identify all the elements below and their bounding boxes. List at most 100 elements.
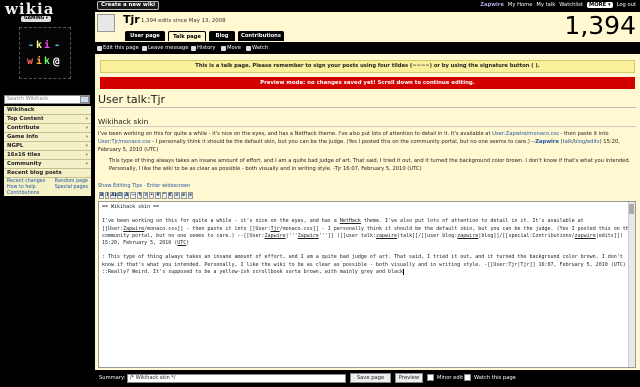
watch-action[interactable]: Watch — [246, 45, 268, 51]
leave-message-action[interactable]: Leave message — [142, 45, 188, 51]
logout-link[interactable]: Log out — [617, 2, 636, 8]
sidebar-item-label: Game Info — [7, 134, 39, 140]
tab-talk-page[interactable]: Talk page — [168, 31, 206, 41]
my-talk-link[interactable]: My talk — [536, 2, 555, 8]
my-home-link[interactable]: My Home — [508, 2, 533, 8]
tab-user-page[interactable]: User page — [125, 31, 165, 41]
action-label: Move — [227, 45, 241, 51]
bold-button[interactable]: B — [99, 192, 105, 199]
preview-button[interactable]: Preview — [395, 373, 423, 383]
special-chars-button[interactable]: Ω — [117, 192, 123, 199]
numbered-list-button[interactable]: # — [155, 192, 161, 199]
sidebar-quick-links: Recent changes Random page How to help Spe… — [4, 178, 91, 198]
editor-text: ''']] ([[user talk: — [318, 232, 376, 239]
editor-text: zapwire — [457, 232, 479, 239]
sidebar-recent-blogs[interactable]: Recent blog posts — [4, 169, 91, 178]
chevron-right-icon: › — [85, 143, 88, 149]
sidebar-item-ngpl[interactable]: NGPL › — [4, 142, 91, 151]
action-label: Edit this page — [103, 45, 139, 51]
summary-input[interactable]: /* Wikihack skin */ — [127, 374, 346, 383]
chevron-right-icon: › — [85, 125, 88, 131]
watchlist-link[interactable]: Watchlist — [559, 2, 583, 8]
section-heading: Wikihack skin — [98, 117, 149, 126]
avatar[interactable] — [97, 14, 115, 32]
sidebar-item-label: NGPL — [7, 143, 24, 149]
sidebar-item-tiles[interactable]: 16x16 tiles › — [4, 151, 91, 160]
edit-count: 1,394 — [564, 11, 636, 40]
search-input[interactable]: Search Wikihack — [4, 95, 90, 104]
sidebar-item-contribute[interactable]: Contribute › — [4, 124, 91, 133]
headline-button[interactable]: A — [123, 192, 130, 199]
heading-divider — [98, 126, 636, 127]
editor-text: /monaco.css]] - then paste it into [[Use… — [144, 225, 271, 232]
link-button[interactable]: Ab — [110, 192, 118, 199]
edit-this-page-action[interactable]: Edit this page — [97, 45, 139, 51]
paragraph-button[interactable]: ¶ — [137, 192, 143, 199]
svg-text:k: k — [36, 40, 42, 51]
gaming-hub-badge[interactable]: GAMING ▾ — [21, 16, 52, 22]
link-tjr-monaco[interactable]: User:Tjr/monaco.css — [98, 139, 151, 145]
username-link[interactable]: Zapwire — [480, 2, 504, 8]
italic-button[interactable]: I — [105, 192, 110, 199]
summary-label: Summary: — [99, 375, 126, 381]
editing-tips-link[interactable]: Show Editing Tips · Enter widescreen — [98, 183, 190, 189]
editor-text: I've been working on this for quite a wh… — [102, 218, 340, 225]
svg-text:k: k — [44, 56, 50, 67]
link-talk[interactable]: talk — [563, 139, 573, 145]
link-zapwire-monaco[interactable]: User:Zapwire/monaco.css — [492, 131, 559, 137]
editor-line: : This type of thing always takes an ins… — [102, 254, 626, 268]
editor-text: NetHack — [339, 218, 361, 225]
move-icon — [221, 45, 226, 51]
sidebar: Wikihack Top Content › Contribute › Game I… — [4, 106, 91, 196]
editor-text: ) — [186, 240, 190, 247]
special-pages-link[interactable]: Special pages — [55, 185, 88, 191]
minor-edit-checkbox[interactable] — [427, 374, 434, 381]
save-page-button[interactable]: Save page — [350, 373, 391, 383]
edit-textarea[interactable]: == Wikihack skin == I've been working on… — [98, 201, 636, 368]
history-action[interactable]: History — [191, 45, 215, 51]
svg-text:i: i — [44, 39, 50, 51]
watch-page-checkbox[interactable] — [464, 374, 471, 381]
title-divider — [98, 107, 636, 108]
preview-paragraph-2: This type of thing always takes an insan… — [109, 158, 631, 172]
sidebar-site-name[interactable]: Wikihack — [4, 106, 91, 115]
move-action[interactable]: Move — [221, 45, 241, 51]
signature-button[interactable]: ⊙ — [187, 192, 194, 199]
sidebar-item-game-info[interactable]: Game Info › — [4, 133, 91, 142]
link-zapwire-signature[interactable]: Zapwire — [535, 139, 559, 145]
tab-contributions[interactable]: Contributions — [238, 31, 284, 41]
sidebar-item-community[interactable]: Community › — [4, 160, 91, 169]
editor-scrollbar[interactable] — [628, 202, 635, 367]
history-icon — [191, 45, 196, 51]
wikia-logo[interactable]: wikia GAMING ▾ — [5, 2, 85, 22]
editor-text: UTC — [177, 240, 187, 247]
svg-text:i: i — [36, 55, 42, 67]
search-go-button[interactable] — [80, 96, 89, 103]
editor-scrollbar-thumb[interactable] — [629, 204, 634, 214]
editor-text: |blog]]/[[special:Contributions/ — [478, 232, 575, 239]
user-links: Zapwire My Home My talk Watchlist MORE ▾… — [480, 2, 636, 8]
editor-text: Zapwire — [123, 225, 145, 232]
svg-text:-: - — [28, 40, 34, 51]
link-edits[interactable]: edits — [587, 139, 600, 145]
contributions-link[interactable]: Contributions — [7, 191, 39, 196]
text: I've been working on this for quite a wh… — [98, 131, 493, 137]
gallery-button[interactable]: ⊕ — [180, 192, 187, 199]
image-button[interactable]: ¤ — [143, 192, 149, 199]
text: - then paste it into — [558, 131, 609, 137]
more-menu-button[interactable]: MORE ▾ — [587, 2, 613, 8]
wiki-logo-image[interactable]: - k i - w i k @ — [19, 27, 71, 79]
bullet-list-button[interactable]: • — [149, 192, 155, 199]
currency-button[interactable]: € — [167, 192, 173, 199]
quote-button[interactable]: “ — [161, 192, 167, 199]
sidebar-item-top-content[interactable]: Top Content › — [4, 115, 91, 124]
sidebar-item-label: Top Content — [7, 116, 44, 122]
text-cursor — [403, 268, 405, 275]
svg-text:@: @ — [53, 55, 60, 68]
link-blog[interactable]: blog — [574, 139, 585, 145]
tab-blog[interactable]: Blog — [209, 31, 235, 41]
table-button[interactable]: ≡ — [173, 192, 180, 199]
wiki-ascii-logo-icon: - k i - w i k @ — [27, 39, 60, 68]
create-new-wiki-button[interactable]: Create a new wiki — [97, 1, 160, 10]
rule-button[interactable]: — — [130, 192, 137, 199]
